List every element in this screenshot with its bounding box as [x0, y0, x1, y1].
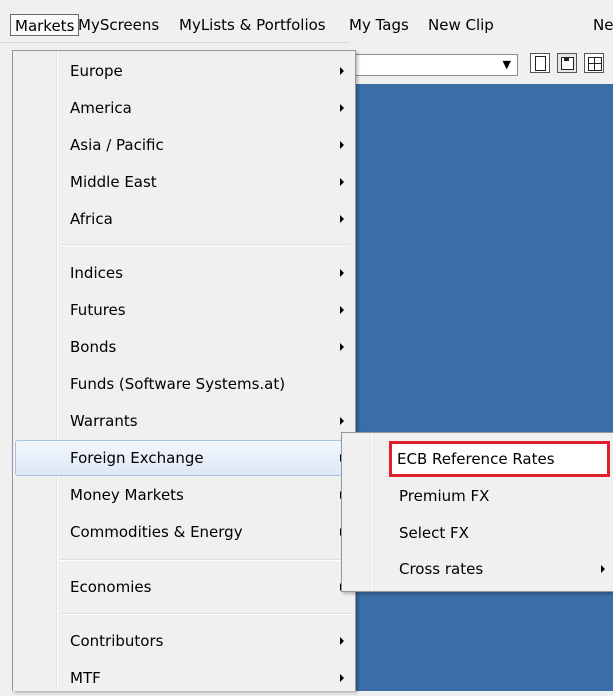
menu-separator: [60, 244, 350, 246]
submenu-arrow-icon: [340, 269, 344, 277]
menu-truncated[interactable]: Ne: [589, 14, 613, 36]
menu-item-label: America: [70, 99, 132, 117]
menu-item-asia-pacific[interactable]: Asia / Pacific: [15, 127, 351, 163]
menu-item-futures[interactable]: Futures: [15, 292, 351, 328]
menu-item-money-markets[interactable]: Money Markets: [15, 477, 351, 513]
menu-item-label: Contributors: [70, 632, 164, 650]
menu-item-warrants[interactable]: Warrants: [15, 403, 351, 439]
submenu-arrow-icon: [340, 104, 344, 112]
submenu-arrow-icon: [340, 178, 344, 186]
menu-item-america[interactable]: America: [15, 90, 351, 126]
menu-item-label: Commodities & Energy: [70, 523, 243, 541]
submenu-arrow-icon: [340, 637, 344, 645]
menu-item-premium-fx[interactable]: Premium FX: [344, 478, 613, 514]
menu-item-africa[interactable]: Africa: [15, 201, 351, 237]
submenu-arrow-icon: [340, 674, 344, 682]
menu-item-label: Asia / Pacific: [70, 136, 164, 154]
menu-item-indices[interactable]: Indices: [15, 255, 351, 291]
menu-item-label: Funds (Software Systems.at): [70, 375, 286, 393]
menu-item-label: Foreign Exchange: [70, 449, 204, 467]
submenu-arrow-icon: [340, 141, 344, 149]
submenu-arrow-icon: [340, 417, 344, 425]
submenu-arrow-icon: [340, 215, 344, 223]
menu-separator: [60, 559, 350, 561]
new-document-icon[interactable]: [530, 53, 550, 73]
menu-item-cross-rates[interactable]: Cross rates: [344, 551, 613, 587]
menu-item-label: Premium FX: [399, 487, 490, 505]
menu-item-select-fx[interactable]: Select FX: [344, 515, 613, 551]
menu-item-bonds[interactable]: Bonds: [15, 329, 351, 365]
workspace-area: [350, 84, 613, 691]
submenu-arrow-icon: [340, 306, 344, 314]
markets-dropdown-menu: Europe America Asia / Pacific Middle Eas…: [12, 50, 356, 691]
menu-item-label: Middle East: [70, 173, 157, 191]
menu-item-foreign-exchange[interactable]: Foreign Exchange: [15, 440, 351, 476]
menu-my-tags[interactable]: My Tags: [345, 14, 413, 36]
menu-item-label: Money Markets: [70, 486, 184, 504]
menu-item-economies[interactable]: Economies: [15, 569, 351, 605]
submenu-arrow-icon: [340, 343, 344, 351]
menu-item-label: Bonds: [70, 338, 117, 356]
menu-item-label: Indices: [70, 264, 123, 282]
menu-item-label: Europe: [70, 62, 123, 80]
menu-item-europe[interactable]: Europe: [15, 53, 351, 89]
menu-mylists-portfolios[interactable]: MyLists & Portfolios: [175, 14, 330, 36]
save-icon[interactable]: [557, 53, 577, 73]
menu-separator: [60, 613, 350, 615]
menu-new-clip[interactable]: New Clip: [424, 14, 498, 36]
menu-item-label: Africa: [70, 210, 113, 228]
menu-markets[interactable]: Markets: [10, 14, 80, 36]
foreign-exchange-submenu: ECB Reference Rates Premium FX Select FX…: [341, 432, 613, 592]
menu-item-ecb-reference-rates[interactable]: ECB Reference Rates: [389, 441, 610, 477]
submenu-arrow-icon: [601, 565, 605, 573]
menu-myscreens[interactable]: MyScreens: [74, 14, 163, 36]
screen-select-combo[interactable]: ▼: [350, 54, 518, 76]
menu-bar: Markets MyScreens MyLists & Portfolios M…: [0, 0, 613, 43]
grid-icon[interactable]: [584, 53, 604, 73]
menu-item-label: Futures: [70, 301, 126, 319]
chevron-down-icon[interactable]: ▼: [503, 59, 511, 71]
submenu-arrow-icon: [340, 67, 344, 75]
menu-item-contributors[interactable]: Contributors: [15, 623, 351, 659]
menu-item-label: Warrants: [70, 412, 138, 430]
menu-item-label: Select FX: [399, 524, 469, 542]
menu-item-label: Economies: [70, 578, 152, 596]
menu-item-commodities-energy[interactable]: Commodities & Energy: [15, 514, 351, 550]
menu-item-middle-east[interactable]: Middle East: [15, 164, 351, 200]
menu-item-funds[interactable]: Funds (Software Systems.at): [15, 366, 351, 402]
menu-item-label: Cross rates: [399, 560, 484, 578]
menu-item-label: ECB Reference Rates: [397, 450, 555, 468]
